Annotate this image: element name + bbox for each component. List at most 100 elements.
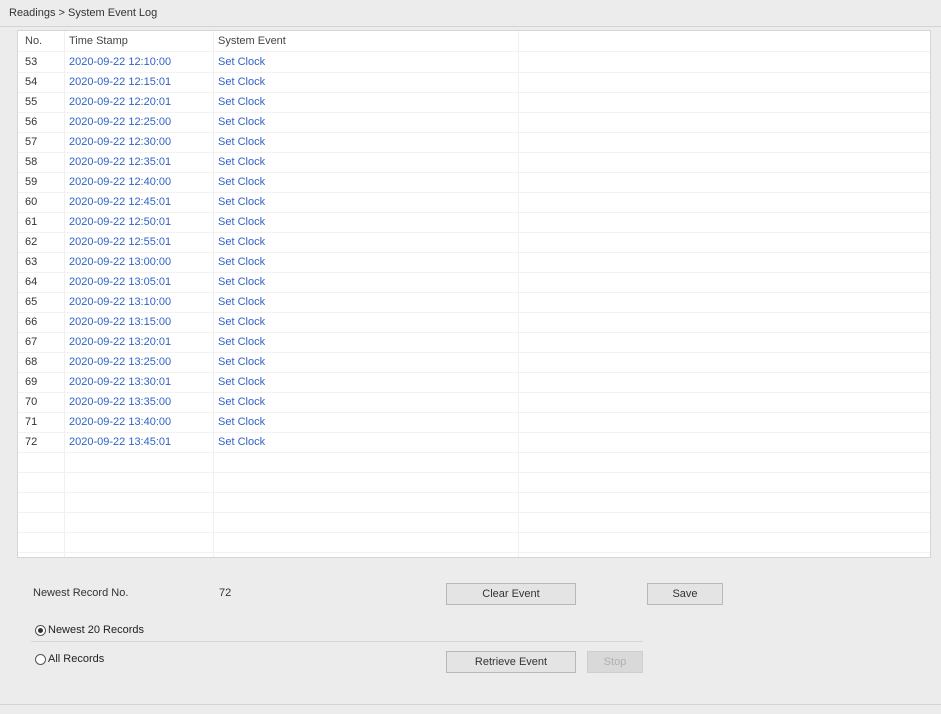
stop-button[interactable]: Stop — [587, 651, 643, 673]
row-system-event: Set Clock — [218, 136, 266, 148]
row-time-stamp: 2020-09-22 12:45:01 — [69, 196, 172, 208]
row-system-event: Set Clock — [218, 176, 266, 188]
row-system-event: Set Clock — [218, 216, 266, 228]
row-time-stamp: 2020-09-22 13:10:00 — [69, 296, 172, 308]
row-system-event: Set Clock — [218, 276, 266, 288]
row-number: 67 — [25, 336, 38, 348]
row-time-stamp: 2020-09-22 12:30:00 — [69, 136, 172, 148]
row-time-stamp: 2020-09-22 12:15:01 — [69, 76, 172, 88]
table-row[interactable]: 66 2020-09-22 13:15:00 Set Clock — [18, 312, 930, 333]
radio-all-records[interactable]: All Records — [35, 653, 104, 665]
table-row[interactable]: 71 2020-09-22 13:40:00 Set Clock — [18, 412, 930, 433]
row-number: 62 — [25, 236, 38, 248]
row-time-stamp: 2020-09-22 13:15:00 — [69, 316, 172, 328]
table-row[interactable]: 55 2020-09-22 12:20:01 Set Clock — [18, 92, 930, 113]
empty-table-row[interactable] — [18, 452, 930, 473]
table-row[interactable]: 61 2020-09-22 12:50:01 Set Clock — [18, 212, 930, 233]
radio-newest-label: Newest 20 Records — [48, 624, 144, 636]
row-system-event: Set Clock — [218, 56, 266, 68]
row-system-event: Set Clock — [218, 316, 266, 328]
radio-divider — [31, 641, 643, 642]
newest-record-label: Newest Record No. — [33, 587, 129, 599]
empty-table-row[interactable] — [18, 492, 930, 513]
row-system-event: Set Clock — [218, 436, 266, 448]
row-system-event: Set Clock — [218, 96, 266, 108]
row-system-event: Set Clock — [218, 116, 266, 128]
row-number: 53 — [25, 56, 38, 68]
row-system-event: Set Clock — [218, 336, 266, 348]
control-panel: Newest Record No. 72 Clear Event Save Ne… — [17, 566, 913, 696]
row-number: 69 — [25, 376, 38, 388]
header-divider — [0, 26, 941, 27]
empty-table-row[interactable] — [18, 472, 930, 493]
row-system-event: Set Clock — [218, 156, 266, 168]
column-header-no[interactable]: No. — [25, 35, 42, 47]
table-row[interactable]: 53 2020-09-22 12:10:00 Set Clock — [18, 52, 930, 73]
row-number: 72 — [25, 436, 38, 448]
empty-table-row[interactable] — [18, 512, 930, 533]
row-time-stamp: 2020-09-22 12:25:00 — [69, 116, 172, 128]
row-time-stamp: 2020-09-22 13:35:00 — [69, 396, 172, 408]
row-system-event: Set Clock — [218, 356, 266, 368]
table-row[interactable]: 59 2020-09-22 12:40:00 Set Clock — [18, 172, 930, 193]
table-row[interactable]: 67 2020-09-22 13:20:01 Set Clock — [18, 332, 930, 353]
row-time-stamp: 2020-09-22 13:20:01 — [69, 336, 172, 348]
event-log-table[interactable]: No. Time Stamp System Event 53 2020-09-22… — [17, 30, 931, 558]
row-time-stamp: 2020-09-22 12:20:01 — [69, 96, 172, 108]
row-time-stamp: 2020-09-22 13:40:00 — [69, 416, 172, 428]
row-number: 66 — [25, 316, 38, 328]
table-row[interactable]: 64 2020-09-22 13:05:01 Set Clock — [18, 272, 930, 293]
save-button[interactable]: Save — [647, 583, 723, 605]
row-system-event: Set Clock — [218, 196, 266, 208]
footer-divider — [0, 704, 941, 705]
table-row[interactable]: 57 2020-09-22 12:30:00 Set Clock — [18, 132, 930, 153]
radio-all-label: All Records — [48, 653, 105, 665]
table-row[interactable]: 62 2020-09-22 12:55:01 Set Clock — [18, 232, 930, 253]
row-time-stamp: 2020-09-22 13:25:00 — [69, 356, 172, 368]
table-row[interactable]: 56 2020-09-22 12:25:00 Set Clock — [18, 112, 930, 133]
radio-button-unchecked[interactable] — [35, 653, 46, 665]
row-time-stamp: 2020-09-22 12:50:01 — [69, 216, 172, 228]
table-row[interactable]: 70 2020-09-22 13:35:00 Set Clock — [18, 392, 930, 413]
table-row[interactable]: 65 2020-09-22 13:10:00 Set Clock — [18, 292, 930, 313]
row-time-stamp: 2020-09-22 12:55:01 — [69, 236, 172, 248]
row-system-event: Set Clock — [218, 296, 266, 308]
row-number: 57 — [25, 136, 38, 148]
table-row[interactable]: 54 2020-09-22 12:15:01 Set Clock — [18, 72, 930, 93]
row-number: 59 — [25, 176, 38, 188]
clear-event-button[interactable]: Clear Event — [446, 583, 576, 605]
column-header-time-stamp[interactable]: Time Stamp — [69, 35, 128, 47]
row-time-stamp: 2020-09-22 13:00:00 — [69, 256, 172, 268]
row-number: 71 — [25, 416, 38, 428]
radio-newest-20-records[interactable]: Newest 20 Records — [35, 624, 144, 636]
row-system-event: Set Clock — [218, 376, 266, 388]
row-time-stamp: 2020-09-22 13:30:01 — [69, 376, 172, 388]
row-time-stamp: 2020-09-22 12:35:01 — [69, 156, 172, 168]
table-header-row: No. Time Stamp System Event — [18, 31, 930, 52]
table-row[interactable]: 58 2020-09-22 12:35:01 Set Clock — [18, 152, 930, 173]
row-number: 65 — [25, 296, 38, 308]
table-row[interactable]: 72 2020-09-22 13:45:01 Set Clock — [18, 432, 930, 453]
table-row[interactable]: 68 2020-09-22 13:25:00 Set Clock — [18, 352, 930, 373]
row-number: 64 — [25, 276, 38, 288]
row-system-event: Set Clock — [218, 256, 266, 268]
row-number: 68 — [25, 356, 38, 368]
row-number: 63 — [25, 256, 38, 268]
table-row[interactable]: 60 2020-09-22 12:45:01 Set Clock — [18, 192, 930, 213]
row-number: 60 — [25, 196, 38, 208]
row-time-stamp: 2020-09-22 12:40:00 — [69, 176, 172, 188]
table-row[interactable]: 63 2020-09-22 13:00:00 Set Clock — [18, 252, 930, 273]
radio-button-checked[interactable] — [35, 624, 46, 636]
row-system-event: Set Clock — [218, 76, 266, 88]
row-time-stamp: 2020-09-22 13:45:01 — [69, 436, 172, 448]
column-header-system-event[interactable]: System Event — [218, 35, 286, 47]
row-number: 61 — [25, 216, 38, 228]
row-number: 56 — [25, 116, 38, 128]
empty-table-row[interactable] — [18, 532, 930, 553]
retrieve-event-button[interactable]: Retrieve Event — [446, 651, 576, 673]
row-number: 54 — [25, 76, 38, 88]
row-time-stamp: 2020-09-22 13:05:01 — [69, 276, 172, 288]
row-system-event: Set Clock — [218, 236, 266, 248]
row-time-stamp: 2020-09-22 12:10:00 — [69, 56, 172, 68]
table-row[interactable]: 69 2020-09-22 13:30:01 Set Clock — [18, 372, 930, 393]
